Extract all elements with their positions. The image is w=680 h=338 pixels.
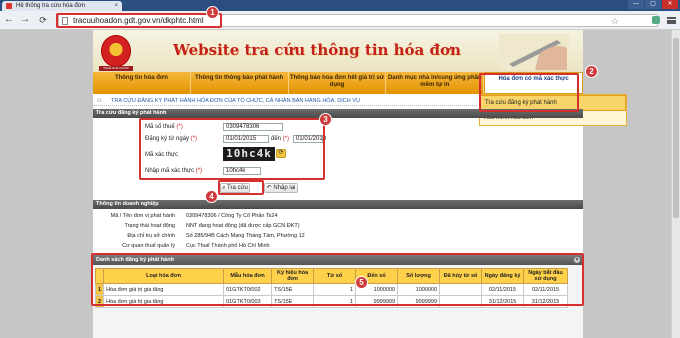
col-type: Loại hóa đơn bbox=[103, 268, 225, 284]
menu-item-expired-invoice[interactable]: Thông báo hóa đơn hết giá trị sử dụng bbox=[289, 72, 387, 94]
col-template: Mẫu hóa đơn bbox=[223, 268, 273, 284]
tax-emblem-logo bbox=[101, 35, 131, 67]
window-controls: — ▢ ✕ bbox=[628, 0, 678, 10]
main-menu: Thông tin hóa đơn Thông tin thông báo ph… bbox=[93, 72, 583, 94]
emblem-caption: THUẾ NHÀ NƯỚC bbox=[99, 66, 133, 71]
col-quantity: Số lượng bbox=[397, 268, 441, 284]
page-viewport: THUẾ NHÀ NƯỚC Website tra cứu thông tin … bbox=[0, 30, 680, 338]
pen-hand-illustration bbox=[499, 34, 569, 70]
reset-button[interactable]: ↶ Nhập lại bbox=[264, 183, 298, 193]
menu-item-printers[interactable]: Danh mục nhà in/cung ứng phần mềm tự in bbox=[386, 72, 485, 94]
captcha-input[interactable]: 10hc4k bbox=[223, 167, 261, 175]
close-window-button[interactable]: ✕ bbox=[662, 0, 678, 9]
annotation-badge-4: 4 bbox=[205, 190, 218, 203]
registration-table: Loại hóa đơn Mẫu hóa đơn Ký hiệu hóa đơn… bbox=[94, 268, 569, 308]
mst-input[interactable]: 0309478306 bbox=[223, 123, 283, 131]
browser-tab[interactable]: Hệ thống tra cứu hóa đơn × bbox=[2, 1, 122, 11]
scrollbar-thumb[interactable] bbox=[673, 38, 679, 218]
breadcrumb: ⌂ TRA CỨU ĐĂNG KÝ PHÁT HÀNH HÓA ĐƠN CỦA … bbox=[93, 96, 477, 106]
captcha-input-label: Nhập mã xác thực (*) bbox=[145, 168, 203, 174]
browser-tab-bar: Hệ thống tra cứu hóa đơn × — ▢ ✕ bbox=[0, 0, 680, 11]
breadcrumb-text[interactable]: TRA CỨU ĐĂNG KÝ PHÁT HÀNH HÓA ĐƠN CỦA TỔ… bbox=[111, 98, 360, 104]
site-banner: THUẾ NHÀ NƯỚC Website tra cứu thông tin … bbox=[93, 30, 583, 72]
captcha-image: 10hc4k bbox=[223, 147, 275, 161]
extension-icon[interactable] bbox=[652, 16, 660, 24]
col-symbol: Ký hiệu hóa đơn bbox=[271, 268, 315, 284]
col-start-date: Ngày bắt đầu sử dụng bbox=[523, 268, 569, 284]
registration-panel: Danh sách đăng ký phát hành × Loại hóa đ… bbox=[93, 255, 583, 338]
annotation-badge-5: 5 bbox=[355, 276, 368, 289]
site-title: Website tra cứu thông tin hóa đơn bbox=[173, 41, 461, 59]
forward-arrow-icon[interactable]: → bbox=[20, 15, 30, 25]
maximize-button[interactable]: ▢ bbox=[645, 0, 661, 9]
company-section-header: Thông tin doanh nghiệp bbox=[93, 200, 583, 209]
browser-toolbar: ← → ⟳ tracuuhoadon.gdt.gov.vn/dkphtc.htm… bbox=[0, 11, 680, 30]
mst-label: Mã số thuế (*) bbox=[145, 124, 183, 130]
menu-item-authenticated-invoice[interactable]: Hóa đơn có mã xác thực bbox=[484, 72, 583, 94]
home-icon[interactable]: ⌂ bbox=[97, 96, 101, 106]
panel-close-icon[interactable]: × bbox=[574, 257, 580, 263]
url-text: tracuuhoadon.gdt.gov.vn/dkphtc.html bbox=[73, 16, 204, 25]
annotation-badge-2: 2 bbox=[585, 65, 598, 78]
bookmark-star-icon[interactable]: ☆ bbox=[611, 16, 619, 27]
annotation-badge-3: 3 bbox=[319, 113, 332, 126]
page-icon bbox=[62, 17, 68, 25]
page-content: THUẾ NHÀ NƯỚC Website tra cứu thông tin … bbox=[93, 30, 627, 338]
col-reg-date: Ngày đăng ký bbox=[481, 268, 525, 284]
browser-menu-icon[interactable] bbox=[667, 17, 676, 24]
from-date-label: Đăng ký từ ngày (*) bbox=[145, 136, 198, 142]
search-section-header: Tra cứu đăng ký phát hành bbox=[93, 109, 583, 118]
registration-header: Danh sách đăng ký phát hành × bbox=[93, 255, 583, 265]
search-button[interactable]: ⌕ Tra cứu bbox=[220, 183, 250, 193]
from-date-input[interactable]: 01/01/2015 bbox=[223, 135, 269, 143]
menu-item-issuance-notice[interactable]: Thông tin thông báo phát hành bbox=[191, 72, 289, 94]
captcha-refresh-icon[interactable]: ⟳ bbox=[276, 149, 286, 158]
favicon-icon bbox=[6, 3, 12, 9]
captcha-label: Mã xác thực bbox=[145, 152, 179, 158]
address-bar[interactable]: tracuuhoadon.gdt.gov.vn/dkphtc.html ☆ bbox=[58, 14, 658, 27]
table-row[interactable]: 2 Hóa đơn giá trị gia tăng 01GTKT0/003 T… bbox=[94, 295, 569, 308]
to-date-input[interactable]: 01/01/2018 bbox=[293, 135, 326, 143]
col-from: Từ số bbox=[313, 268, 357, 284]
menu-item-invoice-info[interactable]: Thông tin hóa đơn bbox=[93, 72, 191, 94]
tab-title: Hệ thống tra cứu hóa đơn bbox=[16, 3, 85, 9]
col-index bbox=[94, 268, 105, 284]
table-row[interactable]: 1 Hóa đơn giá trị gia tăng 01GTKT0/002 T… bbox=[94, 283, 569, 296]
back-arrow-icon[interactable]: ← bbox=[4, 15, 14, 25]
minimize-button[interactable]: — bbox=[628, 0, 644, 9]
annotation-badge-1: 1 bbox=[206, 6, 219, 19]
tab-close-icon[interactable]: × bbox=[114, 1, 118, 11]
vertical-scrollbar[interactable] bbox=[671, 30, 680, 338]
col-cancelled: Đã hủy từ số bbox=[439, 268, 483, 284]
reload-icon[interactable]: ⟳ bbox=[38, 15, 48, 25]
to-date-label: đến (*) bbox=[271, 136, 290, 142]
